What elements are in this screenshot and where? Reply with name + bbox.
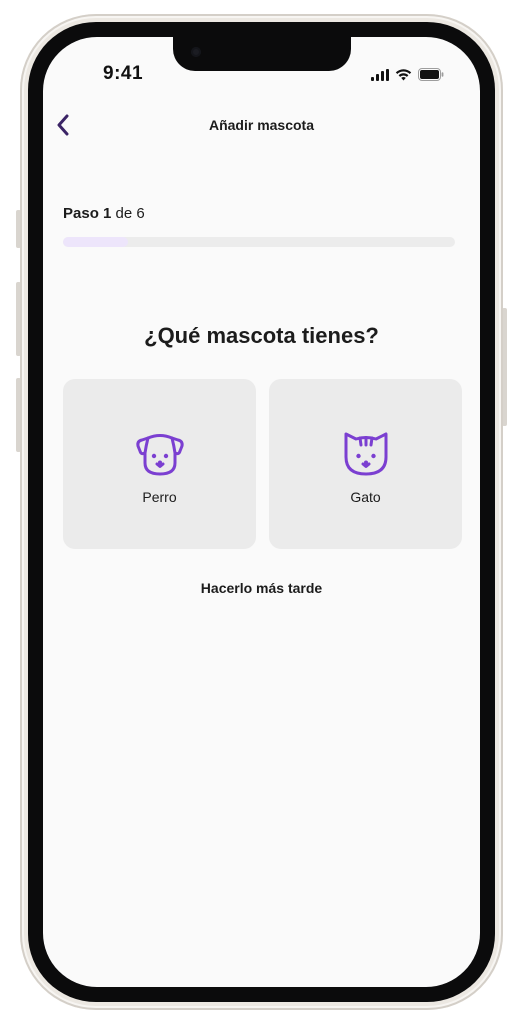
step-current: 1: [103, 205, 112, 222]
pet-options: Perro Gato: [63, 379, 462, 549]
step-indicator: Paso 1 de 6: [63, 205, 145, 222]
front-camera: [190, 47, 201, 57]
progress-bar: [63, 237, 455, 247]
cat-icon: [340, 427, 392, 479]
phone-frame: 9:41 Añadir mascota Paso 1 de 6 ¿Qué mas…: [20, 14, 503, 1010]
question-heading: ¿Qué mascota tienes?: [144, 323, 379, 348]
option-dog-label: Perro: [142, 489, 177, 505]
do-it-later-link[interactable]: Hacerlo más tarde: [43, 580, 480, 596]
progress-fill: [63, 237, 129, 247]
option-dog-card[interactable]: Perro: [63, 379, 256, 549]
signal-icon: [371, 69, 389, 81]
step-total: de 6: [115, 205, 145, 222]
notch: [172, 37, 351, 71]
option-cat-card[interactable]: Gato: [269, 379, 462, 549]
status-time: 9:41: [103, 63, 144, 84]
device-mockup: 9:41 Añadir mascota Paso 1 de 6 ¿Qué mas…: [0, 0, 523, 1024]
page-title: Añadir mascota: [208, 117, 315, 133]
step-prefix: Paso: [63, 205, 99, 222]
dog-icon: [134, 427, 186, 479]
wifi-icon: [395, 68, 412, 81]
status-icons: [371, 67, 444, 81]
option-cat-label: Gato: [350, 489, 381, 505]
phone-bezel: 9:41 Añadir mascota Paso 1 de 6 ¿Qué mas…: [28, 22, 495, 1002]
battery-icon: [418, 68, 444, 81]
app-screen: 9:41 Añadir mascota Paso 1 de 6 ¿Qué mas…: [43, 37, 480, 987]
